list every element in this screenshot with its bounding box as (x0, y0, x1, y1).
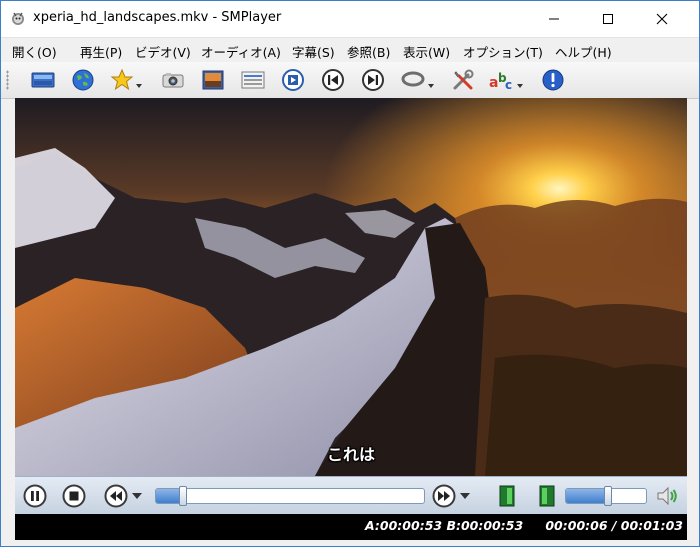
forward-button[interactable] (432, 484, 476, 508)
maximize-button[interactable] (585, 1, 631, 37)
screenshot-camera-icon (162, 73, 184, 88)
status-bar: A:00:00:53 B:00:00:53 00:00:06 / 00:01:0… (15, 514, 687, 540)
screen-icon (31, 72, 55, 88)
minimize-button[interactable] (531, 1, 577, 37)
volume-slider[interactable] (565, 486, 647, 506)
ab-repeat-icon (401, 71, 434, 88)
rewind-icon (104, 484, 142, 508)
toolbar-globe-button[interactable] (69, 66, 97, 94)
playlist-icon (241, 71, 265, 89)
fullscreen-left-icon (499, 485, 515, 507)
preferences-tools-icon (453, 69, 474, 90)
toolbar-preferences-button[interactable] (449, 66, 477, 94)
maximize-icon (603, 14, 613, 24)
toolbar-subtitles-button[interactable]: a b c (487, 66, 527, 94)
volume-speaker-icon (657, 486, 677, 506)
menu-subtitles[interactable]: 字幕(S) (292, 42, 335, 61)
video-display[interactable]: これは (15, 98, 687, 476)
fullscreen-right-button[interactable] (535, 484, 559, 508)
toolbar-playlist-button[interactable] (239, 66, 267, 94)
toolbar: a b c (1, 62, 699, 99)
window-title: xperia_hd_landscapes.mkv - SMPlayer (33, 10, 282, 25)
toolbar-favorites-button[interactable] (109, 66, 145, 94)
info-icon (542, 69, 564, 91)
toolbar-frame-step-button[interactable] (279, 66, 307, 94)
menu-view[interactable]: 表示(W) (403, 42, 450, 61)
time-status: 00:00:06 / 00:01:03 (545, 518, 683, 533)
frame-step-icon (282, 69, 304, 91)
close-icon (656, 13, 668, 25)
toolbar-previous-chapter-button[interactable] (319, 66, 347, 94)
toolbar-next-chapter-button[interactable] (359, 66, 387, 94)
volume-handle[interactable] (604, 486, 612, 506)
video-frame-image (15, 98, 687, 476)
seek-slider[interactable] (155, 486, 425, 506)
svg-text:c: c (505, 78, 512, 92)
smplayer-window: xperia_hd_landscapes.mkv - SMPlayer 開く(O… (0, 0, 700, 547)
menu-video[interactable]: ビデオ(V) (135, 42, 191, 61)
favorites-star-icon (110, 68, 142, 91)
video-equalizer-icon (202, 70, 224, 90)
pause-icon (23, 484, 47, 508)
subtitle-text: これは (326, 445, 375, 464)
menu-audio[interactable]: オーディオ(A) (201, 42, 281, 61)
mute-button[interactable] (655, 484, 679, 508)
stop-icon (62, 484, 86, 508)
control-bar (15, 476, 687, 515)
menu-open[interactable]: 開く(O) (12, 42, 57, 61)
seek-handle[interactable] (179, 486, 187, 506)
toolbar-video-equalizer-button[interactable] (199, 66, 227, 94)
subtitle-abc-icon: a b c (489, 71, 523, 92)
stop-button[interactable] (62, 484, 86, 508)
menu-options[interactable]: オプション(T) (463, 42, 543, 61)
minimize-icon (549, 18, 559, 20)
menu-help[interactable]: ヘルプ(H) (555, 42, 612, 61)
smplayer-logo-icon (10, 10, 26, 26)
next-chapter-icon (362, 69, 384, 91)
toolbar-screenshot-button[interactable] (159, 66, 187, 94)
close-button[interactable] (639, 1, 685, 37)
ab-repeat-status: A:00:00:53 B:00:00:53 (365, 518, 524, 533)
toolbar-grip[interactable] (6, 70, 9, 90)
toolbar-info-button[interactable] (539, 66, 567, 94)
fullscreen-right-icon (539, 485, 555, 507)
menu-browse[interactable]: 参照(B) (347, 42, 390, 61)
menu-play[interactable]: 再生(P) (80, 42, 122, 61)
toolbar-screen-button[interactable] (29, 66, 57, 94)
title-bar[interactable]: xperia_hd_landscapes.mkv - SMPlayer (1, 1, 699, 37)
volume-fill (566, 489, 608, 503)
previous-chapter-icon (322, 69, 344, 91)
fullscreen-left-button[interactable] (495, 484, 519, 508)
menu-bar: 開く(O) 再生(P) ビデオ(V) オーディオ(A) 字幕(S) 参照(B) … (1, 37, 699, 62)
rewind-button[interactable] (104, 484, 148, 508)
pause-button[interactable] (23, 484, 47, 508)
globe-icon (72, 69, 94, 91)
forward-icon (432, 484, 470, 508)
toolbar-ab-repeat-button[interactable] (399, 66, 437, 94)
